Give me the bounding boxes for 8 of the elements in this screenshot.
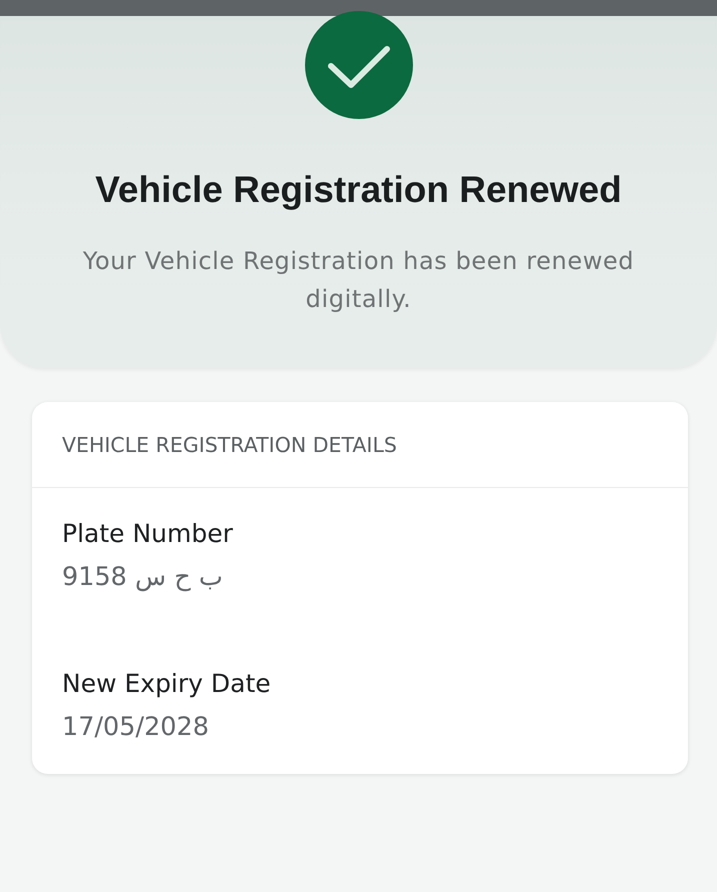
check-icon bbox=[304, 11, 412, 119]
field-value: 17/05/2028 bbox=[62, 711, 210, 743]
field-label: New Expiry Date bbox=[62, 669, 272, 699]
field-value: 9158 ب ح س bbox=[62, 561, 224, 593]
confirmation-message: Your Vehicle Registration has been renewed digitally. bbox=[82, 246, 636, 315]
card-heading: VEHICLE REGISTRATION DETAILS bbox=[62, 432, 398, 458]
field-label: Plate Number bbox=[62, 519, 234, 549]
confirmation-title: Vehicle Registration Renewed bbox=[95, 168, 622, 212]
